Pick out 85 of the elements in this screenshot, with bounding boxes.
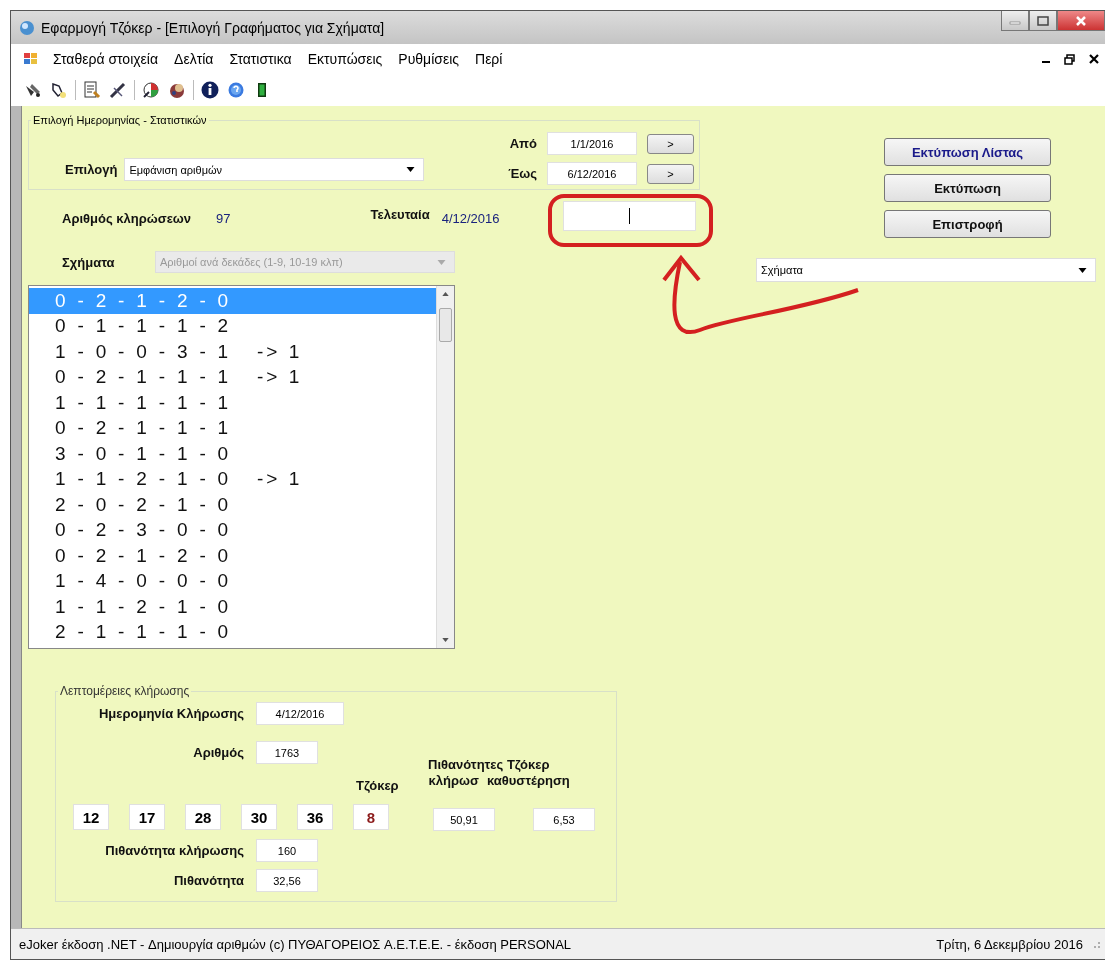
joker-field: 8: [353, 804, 389, 830]
number-field: 36: [297, 804, 333, 830]
shapes-dropdown[interactable]: Σχήματα: [756, 258, 1096, 282]
field-label: Επιλογή: [65, 162, 118, 177]
group-title: Επιλογή Ημερομηνίας - Στατιστικών: [32, 114, 208, 126]
scrollbar[interactable]: [436, 286, 454, 648]
document-icon[interactable]: [82, 80, 102, 100]
maximize-icon: [1037, 15, 1049, 26]
go-button[interactable]: >: [647, 163, 694, 184]
restore-icon[interactable]: [1064, 53, 1075, 65]
menu-item[interactable]: Ρυθμίσεις: [398, 51, 459, 67]
field-label: Πιθανότητα: [173, 873, 244, 888]
field-label: Αριθμός: [192, 745, 244, 760]
list-item[interactable]: 1 - 0 - 0 - 3 - 1 -> 1: [29, 339, 436, 365]
menu-item[interactable]: Δελτία: [174, 51, 214, 67]
number-field: 28: [185, 804, 221, 830]
list-item[interactable]: 0 - 1 - 1 - 1 - 2: [29, 313, 436, 339]
go-button[interactable]: >: [647, 133, 694, 154]
number-field: 30: [241, 804, 277, 830]
odds-field: 6,53: [533, 808, 595, 831]
scroll-down-icon[interactable]: [442, 638, 449, 642]
list-item[interactable]: 0 - 2 - 1 - 1 - 1 -> 1: [29, 364, 436, 390]
odds-title: Πιθανότητες Τζόκερ: [428, 757, 550, 772]
window-title: Εφαρμογή Τζόκερ - [Επιλογή Γραφήματος για Σχήματα]: [41, 19, 385, 36]
field-label: Από: [508, 136, 537, 151]
odds-field: 50,91: [433, 808, 495, 831]
scroll-up-icon[interactable]: [442, 292, 449, 296]
list-item[interactable]: 1 - 1 - 2 - 1 - 0: [29, 594, 436, 620]
field-label: Πιθανότητα κλήρωσης: [104, 843, 244, 858]
probability-field: 32,56: [256, 869, 318, 892]
status-date: Τρίτη, 6 Δεκεμβρίου 2016: [936, 936, 1083, 952]
action-button[interactable]: Εκτύπωση Λίστας: [884, 138, 1051, 166]
flashlight-icon[interactable]: [49, 80, 69, 100]
status-text: eJoker έκδοση .NET - Δημιουργία αριθμών (c) ΠΥΘΑΓΟΡΕΙΟΣ A.E.T.E.E. - έκδοση PERSONAL: [19, 936, 572, 952]
list-item[interactable]: 3 - 0 - 1 - 1 - 0: [29, 441, 436, 467]
minimize-button[interactable]: [1001, 11, 1029, 31]
draw-count: 97: [216, 210, 231, 226]
last-date: 4/12/2016: [441, 210, 500, 226]
field-label: Ημερομηνία Κλήρωσης: [98, 706, 244, 721]
column-header: κλήρωσ: [428, 773, 479, 788]
field-label: Αριθμός κληρώσεων: [62, 210, 192, 226]
draw-number-field: 1763: [256, 741, 318, 764]
list-item[interactable]: 1 - 4 - 0 - 0 - 0: [29, 568, 436, 594]
column-header: καθυστέρηση: [486, 773, 570, 788]
date-field[interactable]: 6/12/2016: [547, 162, 637, 185]
list-item[interactable]: 1 - 1 - 2 - 1 - 0 -> 1: [29, 466, 436, 492]
caret-icon: [1078, 267, 1087, 273]
selection-dropdown[interactable]: Εμφάνιση αριθμών: [124, 158, 425, 181]
field-label: Έως: [507, 166, 537, 181]
close-button[interactable]: [1057, 11, 1105, 31]
probability-field: 160: [256, 839, 318, 862]
help-icon[interactable]: [226, 80, 246, 100]
field-label: Τζόκερ: [356, 778, 399, 793]
list-item[interactable]: 2 - 0 - 2 - 1 - 0: [29, 492, 436, 518]
number-field: 17: [129, 804, 165, 830]
maximize-button[interactable]: [1029, 11, 1057, 31]
number-field: 12: [73, 804, 109, 830]
caret-icon: [406, 167, 416, 172]
app-icon: [19, 19, 35, 36]
menu-item[interactable]: Σταθερά στοιχεία: [53, 51, 159, 67]
list-item[interactable]: 2 - 1 - 1 - 1 - 0: [29, 619, 436, 645]
pencil-icon[interactable]: [108, 80, 128, 100]
caret-icon: [437, 259, 446, 265]
info-icon[interactable]: [200, 80, 220, 100]
menu-item[interactable]: Στατιστικα: [229, 51, 292, 67]
input-field[interactable]: [562, 201, 696, 231]
close-icon[interactable]: [1089, 54, 1099, 64]
date-field[interactable]: 1/1/2016: [547, 132, 637, 155]
list-item[interactable]: 1 - 1 - 1 - 1 - 1: [29, 390, 436, 416]
close-icon: [1075, 14, 1087, 27]
group-title: Λεπτομέρειες κλήρωσης: [59, 684, 191, 698]
action-button[interactable]: Εκτύπωση: [884, 174, 1051, 202]
scroll-thumb[interactable]: [439, 308, 452, 342]
list-item[interactable]: 0 - 2 - 1 - 2 - 0: [29, 543, 436, 569]
resize-grip-icon[interactable]: [1091, 939, 1101, 949]
menu-item[interactable]: Περί: [475, 51, 503, 67]
action-button[interactable]: Επιστροφή: [884, 210, 1051, 238]
menu-item[interactable]: Εκτυπώσεις: [307, 51, 383, 67]
list-item[interactable]: 0 - 2 - 1 - 1 - 1: [29, 415, 436, 441]
date-field: 4/12/2016: [256, 702, 344, 725]
field-label: Σχήματα: [62, 254, 116, 270]
list-item[interactable]: 0 - 2 - 3 - 0 - 0: [29, 517, 436, 543]
app-icon: [23, 51, 39, 67]
chart-icon[interactable]: [141, 80, 161, 100]
field-label: Τελευταία: [370, 206, 430, 222]
